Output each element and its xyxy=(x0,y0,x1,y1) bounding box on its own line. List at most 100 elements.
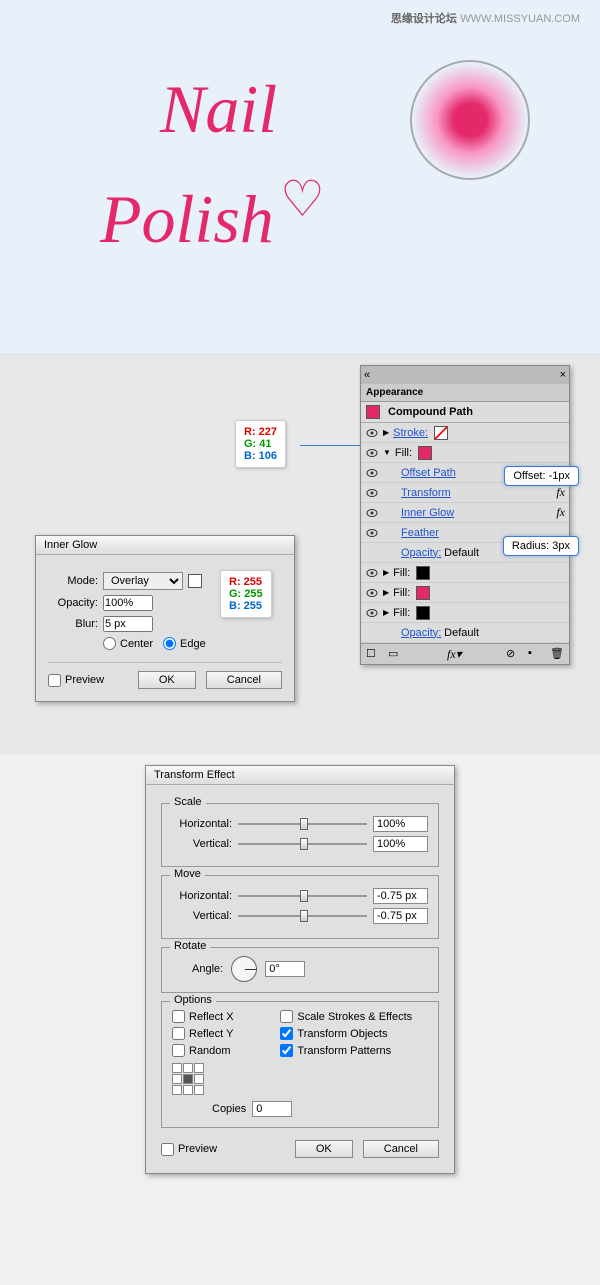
panel-footer: ☐ ▭ fx▾ ⊘ ▪ 🗑 xyxy=(361,643,569,664)
visibility-icon[interactable] xyxy=(365,486,379,500)
visibility-icon[interactable] xyxy=(365,606,379,620)
blur-input[interactable] xyxy=(103,616,153,632)
fill-row-3[interactable]: ▶ Fill: xyxy=(361,583,569,603)
effect-offset-path[interactable]: Offset Path Offset: -1px xyxy=(361,463,569,483)
center-radio[interactable]: Center xyxy=(103,637,153,650)
reflect-y-checkbox[interactable]: Reflect Y xyxy=(172,1027,270,1040)
connector-line xyxy=(300,445,365,446)
cancel-button[interactable]: Cancel xyxy=(363,1140,439,1158)
new-icon[interactable]: ▪ xyxy=(528,647,542,661)
visibility-icon[interactable] xyxy=(365,586,379,600)
expand-icon[interactable]: ▶ xyxy=(383,428,389,437)
panel-tab-bar: « × xyxy=(361,366,569,384)
transform-objects-checkbox[interactable]: Transform Objects xyxy=(280,1027,428,1040)
stroke-row[interactable]: ▶ Stroke: xyxy=(361,423,569,443)
fill-row-4[interactable]: ▶ Fill: xyxy=(361,603,569,623)
move-h-slider[interactable] xyxy=(238,888,367,904)
cancel-button[interactable]: Cancel xyxy=(206,671,282,689)
magnifier-lens xyxy=(410,60,530,180)
mode-select[interactable]: Overlay xyxy=(103,572,183,590)
clear-icon[interactable]: ⊘ xyxy=(506,647,520,661)
transform-patterns-checkbox[interactable]: Transform Patterns xyxy=(280,1044,428,1057)
rgb-callout-fill: R: 227 G: 41 B: 106 xyxy=(235,420,286,468)
preview-checkbox[interactable]: Preview xyxy=(161,1143,217,1156)
ok-button[interactable]: OK xyxy=(138,671,196,689)
scale-strokes-checkbox[interactable]: Scale Strokes & Effects xyxy=(280,1010,428,1023)
stroke-swatch-none[interactable] xyxy=(434,426,448,440)
angle-input[interactable] xyxy=(265,961,305,977)
angle-dial[interactable] xyxy=(231,956,257,982)
move-h-input[interactable] xyxy=(373,888,428,904)
effect-transform[interactable]: Transform fx xyxy=(361,483,569,503)
fill-swatch[interactable] xyxy=(418,446,432,460)
visibility-icon[interactable] xyxy=(365,466,379,480)
effect-inner-glow[interactable]: Inner Glow fx xyxy=(361,503,569,523)
random-checkbox[interactable]: Random xyxy=(172,1044,270,1057)
fx-icon[interactable]: fx xyxy=(556,505,565,520)
appearance-panel: « × Appearance Compound Path ▶ Stroke: ▼… xyxy=(360,365,570,665)
stroke-icon[interactable]: ▭ xyxy=(388,647,402,661)
no-fill-icon[interactable]: ☐ xyxy=(366,647,380,661)
selection-title: Compound Path xyxy=(361,402,569,423)
visibility-icon[interactable] xyxy=(365,426,379,440)
stroke-label[interactable]: Stroke: xyxy=(393,427,428,439)
opacity-input[interactable] xyxy=(103,595,153,611)
fill-swatch-black[interactable] xyxy=(416,606,430,620)
rgb-callout-glow: R: 255 G: 255 B: 255 xyxy=(220,570,272,618)
watermark: 思缘设计论坛 WWW.MISSYUAN.COM xyxy=(391,10,580,26)
scale-v-slider[interactable] xyxy=(238,836,367,852)
visibility-icon[interactable] xyxy=(365,566,379,580)
selection-swatch xyxy=(366,405,380,419)
ok-button[interactable]: OK xyxy=(295,1140,353,1158)
fill-label: Fill: xyxy=(395,447,412,459)
script-text-nail: Nail xyxy=(160,70,277,149)
fill-row[interactable]: ▼ Fill: xyxy=(361,443,569,463)
move-v-input[interactable] xyxy=(373,908,428,924)
move-group: Move Horizontal: Vertical: xyxy=(161,875,439,939)
visibility-icon[interactable] xyxy=(365,526,379,540)
fill-swatch[interactable] xyxy=(416,586,430,600)
opacity-label: Opacity: xyxy=(48,597,98,609)
anchor-point-grid[interactable] xyxy=(172,1063,204,1095)
fx-menu-icon[interactable]: fx▾ xyxy=(447,647,461,661)
scale-group: Scale Horizontal: Vertical: xyxy=(161,803,439,867)
reflect-x-checkbox[interactable]: Reflect X xyxy=(172,1010,270,1023)
close-icon[interactable]: × xyxy=(560,369,566,381)
trash-icon[interactable]: 🗑 xyxy=(550,647,564,661)
offset-callout: Offset: -1px xyxy=(504,466,579,486)
fill-row-2[interactable]: ▶ Fill: xyxy=(361,563,569,583)
opacity-row-2[interactable]: Opacity: Default xyxy=(361,623,569,643)
transform-effect-dialog: Transform Effect Scale Horizontal: Verti… xyxy=(145,765,455,1174)
dialog-title: Inner Glow xyxy=(36,536,294,555)
inner-glow-dialog: Inner Glow Mode: Overlay Opacity: Blur: … xyxy=(35,535,295,702)
edge-radio[interactable]: Edge xyxy=(163,637,206,650)
copies-label: Copies xyxy=(212,1103,246,1115)
scale-h-slider[interactable] xyxy=(238,816,367,832)
preview-checkbox[interactable]: Preview xyxy=(48,674,104,687)
expand-icon[interactable]: ▼ xyxy=(383,448,391,457)
fx-icon[interactable]: fx xyxy=(556,485,565,500)
mode-label: Mode: xyxy=(48,575,98,587)
expand-icon[interactable]: ▶ xyxy=(383,608,389,617)
move-v-slider[interactable] xyxy=(238,908,367,924)
blur-label: Blur: xyxy=(48,618,98,630)
artwork-preview: 思缘设计论坛 WWW.MISSYUAN.COM Nail ♡ Polish xyxy=(0,0,600,355)
dialog-title: Transform Effect xyxy=(146,766,454,785)
expand-icon[interactable]: ▶ xyxy=(383,568,389,577)
expand-icon[interactable]: ▶ xyxy=(383,588,389,597)
effect-feather[interactable]: Feather Radius: 3px xyxy=(361,523,569,543)
scale-v-input[interactable] xyxy=(373,836,428,852)
panel-tab[interactable]: Appearance xyxy=(361,384,569,402)
options-group: Options Reflect X Scale Strokes & Effect… xyxy=(161,1001,439,1128)
visibility-icon[interactable] xyxy=(365,446,379,460)
script-text-polish: Polish xyxy=(100,180,274,259)
radius-callout: Radius: 3px xyxy=(503,536,579,556)
fill-swatch-black[interactable] xyxy=(416,566,430,580)
copies-input[interactable] xyxy=(252,1101,292,1117)
scale-h-input[interactable] xyxy=(373,816,428,832)
collapse-icon[interactable]: « xyxy=(364,369,370,381)
heart-icon: ♡ xyxy=(280,170,325,228)
visibility-icon[interactable] xyxy=(365,506,379,520)
rotate-group: Rotate Angle: xyxy=(161,947,439,993)
glow-color-swatch[interactable] xyxy=(188,574,202,588)
